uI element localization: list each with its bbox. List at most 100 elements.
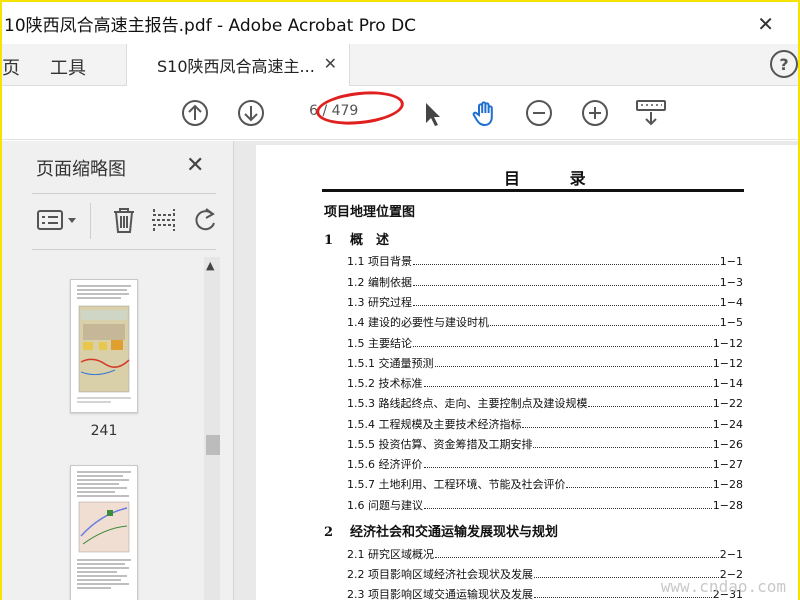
page-thumbnail[interactable] (70, 465, 138, 600)
toc-entry-page: 1−12 (712, 357, 743, 370)
toc-entry-page: 1−28 (712, 499, 743, 512)
current-page-input[interactable] (294, 103, 318, 119)
toc-heading: 目 录 (504, 169, 608, 188)
toc-entry-text: 1.1 项目背景 (347, 255, 412, 268)
toc-entry-page: 1−12 (712, 337, 743, 350)
toc-entry-page: 1−24 (712, 418, 743, 431)
zoom-in-icon[interactable] (580, 98, 610, 128)
zoom-out-icon[interactable] (524, 98, 554, 128)
toc-row[interactable]: 1.4 建设的必要性与建设时机 1−5 (347, 314, 743, 330)
toc-row[interactable]: 1.5.4 工程规模及主要技术经济指标 1−24 (347, 416, 743, 432)
window-title: 10陕西凤合高速主报告.pdf - Adobe Acrobat Pro DC (4, 15, 417, 36)
toc-entry-page: 1−3 (719, 276, 743, 289)
toc-entry-text: 1.3 研究过程 (347, 296, 412, 309)
help-icon[interactable]: ? (770, 50, 798, 78)
toc-section-number: 1 (324, 233, 334, 248)
thumbnail-map-image (77, 471, 131, 589)
hand-icon[interactable] (470, 98, 500, 128)
toc-row[interactable]: 1.5.2 技术标准 1−14 (347, 375, 743, 391)
panel-close-button[interactable]: ✕ (186, 153, 204, 178)
toc-entry-page: 1−1 (719, 255, 743, 268)
toc-entry-text: 1.5 主要结论 (347, 337, 412, 350)
keyboard-scroll-icon[interactable] (634, 98, 668, 128)
panel-title: 页面缩略图 (36, 159, 126, 180)
toc-section-number: 2 (324, 525, 334, 540)
toc-entry-text: 1.5.3 路线起终点、走向、主要控制点及建设规模 (347, 397, 588, 410)
tab-document-label: S10陕西凤合高速主... (157, 57, 315, 76)
tab-home[interactable]: 页 (2, 54, 20, 80)
toc-section[interactable]: 2 经济社会和交通运输发展现状与规划 (324, 521, 558, 540)
toc-entry-text: 1.5.4 工程规模及主要技术经济指标 (347, 418, 522, 431)
toc-leader (413, 285, 719, 286)
toc-entry-page: 1−14 (712, 377, 743, 390)
toolbar-separator (90, 203, 91, 239)
next-page-icon[interactable] (236, 98, 266, 128)
toc-row[interactable]: 1.2 编制依据 1−3 (347, 274, 743, 290)
toc-leader (522, 427, 712, 428)
toc-leader (434, 366, 712, 367)
toc-section[interactable]: 项目地理位置图 (324, 201, 415, 220)
toc-rule (322, 189, 744, 192)
toc-section[interactable]: 1 概 述 (324, 229, 389, 248)
extract-pages-icon[interactable] (150, 205, 178, 235)
toc-leader (423, 467, 712, 468)
toc-row[interactable]: 1.5.5 投资估算、资金筹措及工期安排 1−26 (347, 436, 743, 452)
toc-row[interactable]: 1.5.3 路线起终点、走向、主要控制点及建设规模 1−22 (347, 395, 743, 411)
toc-leader (490, 325, 719, 326)
toc-entry-page: 1−28 (712, 478, 743, 491)
toc-row[interactable]: 1.5 主要结论 1−12 (347, 335, 743, 351)
tab-document[interactable]: S10陕西凤合高速主... ✕ (126, 44, 350, 86)
toc-row[interactable]: 1.3 研究过程 1−4 (347, 294, 743, 310)
rotate-icon[interactable] (192, 205, 218, 235)
panel-divider (32, 193, 216, 194)
toc-entry-text: 1.5.6 经济评价 (347, 458, 423, 471)
toc-section-title: 项目地理位置图 (324, 205, 416, 220)
toc-entry-page: 1−22 (712, 397, 743, 410)
toc-row[interactable]: 1.1 项目背景 1−1 (347, 253, 743, 269)
toolbar: / 479 (2, 86, 798, 140)
select-arrow-icon[interactable] (416, 98, 446, 128)
toc-entry-page: 1−26 (712, 438, 743, 451)
tab-bar: 页 工具 S10陕西凤合高速主... ✕ ? (2, 44, 798, 86)
window-close-button[interactable]: ✕ (757, 12, 774, 36)
toc-entry-page: 1−27 (712, 458, 743, 471)
toc-row[interactable]: 2.1 研究区域概况 2−1 (347, 546, 743, 562)
toc-entry-text: 1.5.5 投资估算、资金筹措及工期安排 (347, 438, 533, 451)
toc-leader (533, 447, 712, 448)
watermark: www.cndao.com (660, 577, 786, 596)
scroll-up-icon[interactable]: ▲ (206, 259, 214, 272)
toc-leader (423, 386, 712, 387)
trash-icon[interactable] (110, 205, 138, 235)
document-viewport: 目 录 项目地理位置图 1 概 述 1.1 项目背景 1−1 1.2 编制依据 1−3… (234, 141, 798, 600)
toc-leader (534, 597, 712, 598)
toc-row[interactable]: 1.6 问题与建议 1−28 (347, 497, 743, 513)
thumbnail-map-image (77, 285, 131, 403)
toc-leader (566, 487, 712, 488)
toc-entry-text: 1.5.2 技术标准 (347, 377, 423, 390)
toc-entry-text: 1.6 问题与建议 (347, 499, 423, 512)
pdf-page: 目 录 项目地理位置图 1 概 述 1.1 项目背景 1−1 1.2 编制依据 1−3… (256, 145, 798, 600)
options-menu-icon[interactable] (36, 205, 80, 235)
tab-tools[interactable]: 工具 (50, 54, 86, 80)
toc-row[interactable]: 1.5.1 交通量预测 1−12 (347, 355, 743, 371)
toc-entry-text: 1.2 编制依据 (347, 276, 412, 289)
toc-entry-page: 1−5 (719, 316, 743, 329)
prev-page-icon[interactable] (180, 98, 210, 128)
thumbnail-scrollbar[interactable]: ▲ (204, 257, 220, 600)
toc-section-title: 经济社会和交通运输发展现状与规划 (350, 525, 559, 540)
toc-row[interactable]: 1.5.7 土地利用、工程环境、节能及社会评价 1−28 (347, 476, 743, 492)
toc-leader (424, 508, 712, 509)
title-bar: 10陕西凤合高速主报告.pdf - Adobe Acrobat Pro DC ✕ (2, 2, 798, 44)
toc-entry-text: 2.3 项目影响区域交通运输现状及发展 (347, 588, 533, 600)
page-thumbnail[interactable] (70, 279, 138, 413)
panel-divider (32, 249, 216, 250)
toc-entry-text: 2.1 研究区域概况 (347, 548, 434, 561)
thumbnail-panel: 页面缩略图 ✕ 241 ▲ (2, 141, 234, 600)
toc-leader (413, 346, 712, 347)
tab-close-button[interactable]: ✕ (324, 54, 337, 73)
toc-row[interactable]: 1.5.6 经济评价 1−27 (347, 456, 743, 472)
toc-leader (588, 406, 712, 407)
thumbnail-page-number: 241 (90, 423, 118, 439)
scrollbar-thumb[interactable] (206, 435, 220, 455)
toc-entry-page: 1−4 (719, 296, 743, 309)
